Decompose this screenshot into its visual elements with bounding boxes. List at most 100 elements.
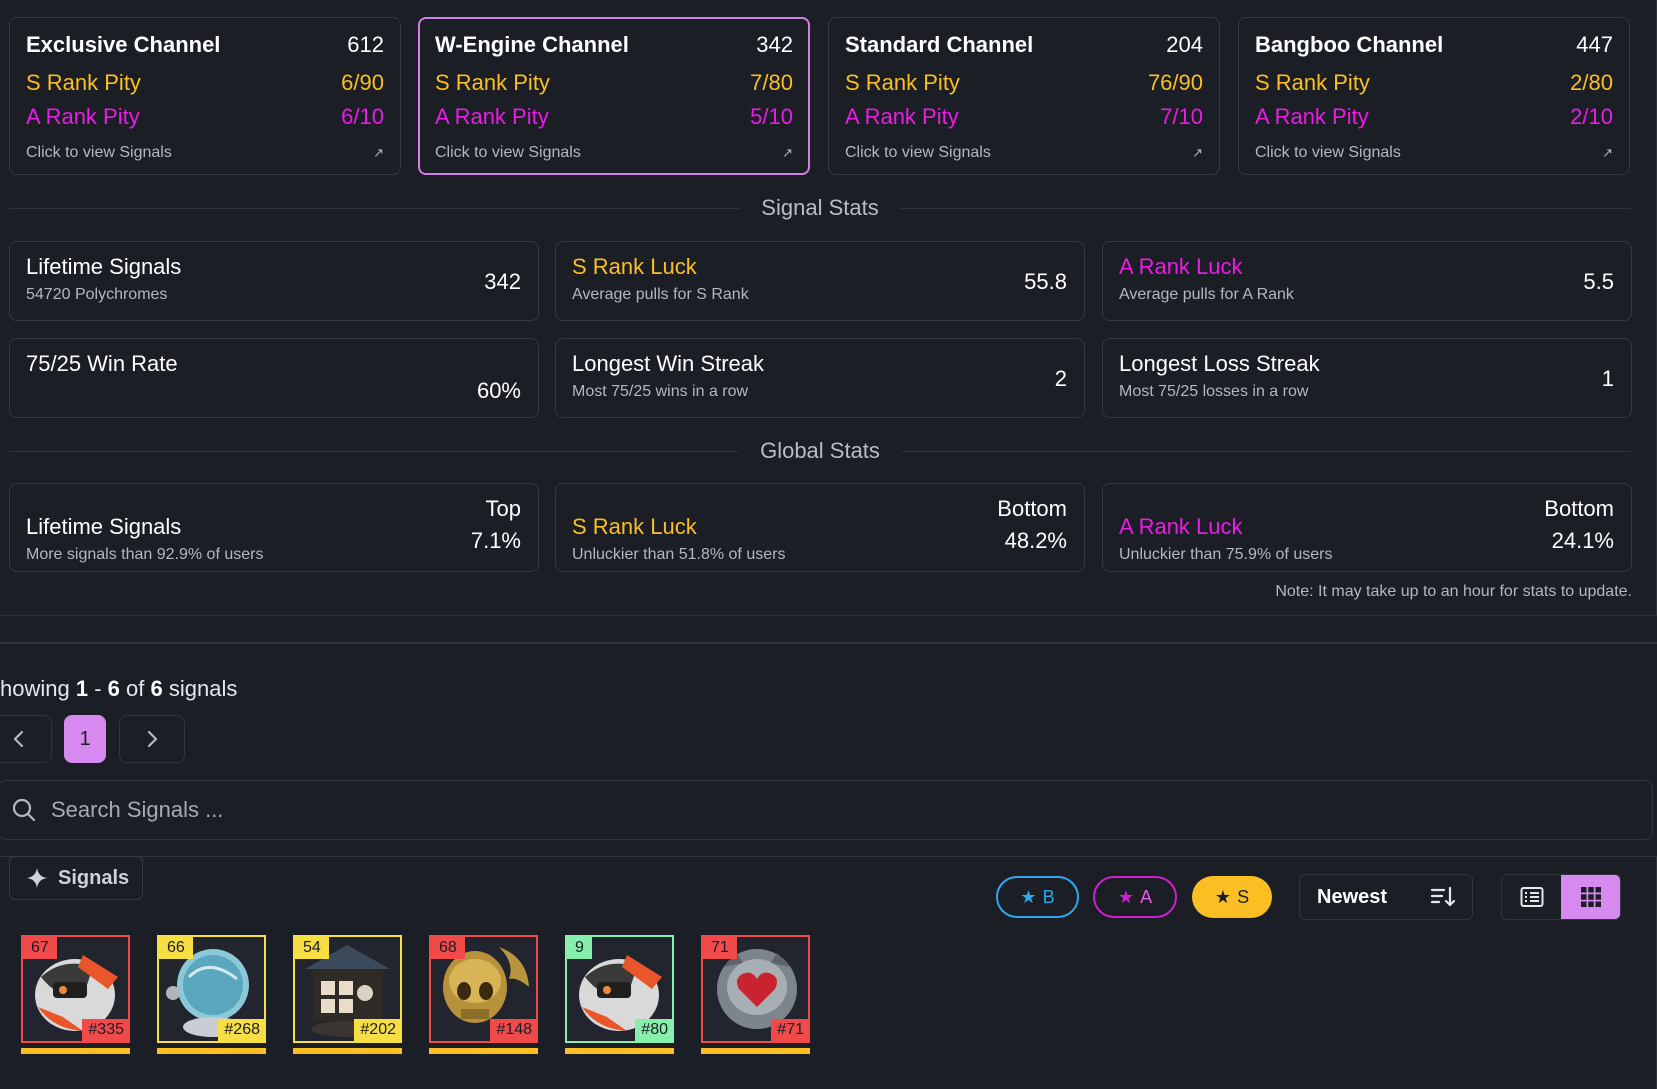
search-bar xyxy=(0,780,1653,840)
signals-tab-label: Signals xyxy=(58,866,130,889)
stat-label: A Rank Luck xyxy=(1119,254,1243,279)
prev-page-button[interactable] xyxy=(0,715,52,763)
signal-card[interactable]: 67 #335 xyxy=(21,935,130,1054)
s-rank-pity-label: S Rank Pity xyxy=(1255,70,1370,95)
signal-rank-bar xyxy=(21,1048,130,1054)
channel-title: Standard Channel xyxy=(845,32,1034,57)
search-icon xyxy=(12,798,36,822)
channel-card-exclusive[interactable]: Exclusive Channel 612 S Rank Pity 6/90 A R… xyxy=(9,17,401,175)
results-prefix: howing xyxy=(0,676,70,701)
signals-tab[interactable]: Signals xyxy=(9,856,143,900)
channel-footer: Click to view Signals xyxy=(845,144,991,161)
signal-frame: 67 #335 xyxy=(21,935,130,1043)
signal-pity: 67 xyxy=(23,937,57,959)
a-rank-pity-value: 2/10 xyxy=(1570,104,1613,129)
global-stat-lifetime-signals: Lifetime Signals More signals than 92.9% … xyxy=(9,483,539,572)
channel-footer: Click to view Signals xyxy=(435,144,581,161)
stat-s-rank-luck: S Rank Luck Average pulls for S Rank 55.8 xyxy=(555,241,1085,321)
filter-s-rank-button[interactable]: ★ S xyxy=(1192,876,1272,918)
stat-value: 48.2% xyxy=(1004,528,1067,553)
next-page-button[interactable] xyxy=(119,715,185,763)
stats-update-note: Note: It may take up to an hour for stat… xyxy=(1275,583,1632,600)
stat-lifetime-signals: Lifetime Signals 54720 Polychromes 342 xyxy=(9,241,539,321)
a-rank-pity-value: 7/10 xyxy=(1160,104,1203,129)
channel-card-bangboo[interactable]: Bangboo Channel 447 S Rank Pity 2/80 A Ran… xyxy=(1238,17,1630,175)
stat-rank: Bottom xyxy=(1544,496,1614,521)
channel-title: Bangboo Channel xyxy=(1255,32,1444,57)
global-stat-s-rank-luck: S Rank Luck Unluckier than 51.8% of users… xyxy=(555,483,1085,572)
stat-value: 342 xyxy=(484,269,521,294)
stat-value: 7.1% xyxy=(470,528,521,553)
signal-number: #268 xyxy=(218,1019,264,1041)
stat-label: Lifetime Signals xyxy=(26,254,182,279)
stat-longest-win-streak: Longest Win Streak Most 75/25 wins in a r… xyxy=(555,338,1085,418)
a-rank-pity-label: A Rank Pity xyxy=(845,104,959,129)
stat-sub: More signals than 92.9% of users xyxy=(26,546,264,563)
stat-label: 75/25 Win Rate xyxy=(26,351,178,376)
external-arrow-icon: ↗ xyxy=(1192,145,1203,160)
chevron-right-icon xyxy=(147,730,158,748)
channel-count: 612 xyxy=(347,32,384,57)
signal-card[interactable]: 71 #71 xyxy=(701,935,810,1054)
channel-title: W-Engine Channel xyxy=(435,32,629,57)
stat-win-rate: 75/25 Win Rate 60% xyxy=(9,338,539,418)
filter-label: B xyxy=(1042,886,1055,907)
sort-descending-icon xyxy=(1430,886,1456,907)
a-rank-pity-value: 5/10 xyxy=(750,104,793,129)
signal-rank-bar xyxy=(429,1048,538,1054)
sort-label: Newest xyxy=(1317,885,1388,908)
channel-card-w-engine[interactable]: W-Engine Channel 342 S Rank Pity 7/80 A Ra… xyxy=(418,17,810,175)
signal-card[interactable]: 68 #148 xyxy=(429,935,538,1054)
external-arrow-icon: ↗ xyxy=(782,145,793,160)
filter-label: S xyxy=(1237,886,1250,907)
a-rank-pity-label: A Rank Pity xyxy=(26,104,140,129)
stat-label: Longest Loss Streak xyxy=(1119,351,1320,376)
star-icon: ★ xyxy=(1117,886,1135,907)
s-rank-pity-label: S Rank Pity xyxy=(435,70,550,95)
signal-pity: 54 xyxy=(295,937,329,959)
filter-a-rank-button[interactable]: ★ A xyxy=(1093,876,1177,918)
s-rank-pity-value: 7/80 xyxy=(750,70,793,95)
signal-rank-bar xyxy=(701,1048,810,1054)
list-view-button[interactable] xyxy=(1502,875,1561,919)
stat-longest-loss-streak: Longest Loss Streak Most 75/25 losses in … xyxy=(1102,338,1632,418)
signal-card[interactable]: 66 #268 xyxy=(157,935,266,1054)
search-input[interactable] xyxy=(51,797,1551,823)
channel-count: 447 xyxy=(1576,32,1613,57)
signal-number: #71 xyxy=(771,1019,808,1041)
page-1-button[interactable]: 1 xyxy=(64,715,106,763)
filter-b-rank-button[interactable]: ★ B xyxy=(996,876,1079,918)
signal-frame: 71 #71 xyxy=(701,935,810,1043)
stat-sub: Most 75/25 losses in a row xyxy=(1119,383,1309,400)
channel-card-standard[interactable]: Standard Channel 204 S Rank Pity 76/90 A R… xyxy=(828,17,1220,175)
signal-pity: 68 xyxy=(431,937,465,959)
stat-value: 5.5 xyxy=(1583,269,1614,294)
external-arrow-icon: ↗ xyxy=(1602,145,1613,160)
stat-value: 55.8 xyxy=(1024,269,1067,294)
results-total: 6 xyxy=(150,676,163,701)
a-rank-pity-label: A Rank Pity xyxy=(435,104,549,129)
a-rank-pity-label: A Rank Pity xyxy=(1255,104,1369,129)
stat-rank: Top xyxy=(485,496,521,521)
stat-value: 24.1% xyxy=(1551,528,1614,553)
global-stats-heading: Global Stats xyxy=(9,436,1631,466)
signal-card[interactable]: 9 #80 xyxy=(565,935,674,1054)
sort-dropdown[interactable]: Newest xyxy=(1299,874,1473,920)
signal-number: #202 xyxy=(354,1019,400,1041)
stat-label: Lifetime Signals xyxy=(26,514,182,539)
channel-count: 342 xyxy=(756,32,793,57)
signal-stats-heading: Signal Stats xyxy=(9,193,1631,223)
chevron-left-icon xyxy=(13,730,24,748)
signal-number: #80 xyxy=(635,1019,672,1041)
signal-card[interactable]: 54 #202 xyxy=(293,935,402,1054)
s-rank-pity-value: 2/80 xyxy=(1570,70,1613,95)
grid-view-button[interactable] xyxy=(1561,875,1620,919)
s-rank-pity-value: 76/90 xyxy=(1147,70,1203,95)
stat-sub: Unluckier than 75.9% of users xyxy=(1119,546,1333,563)
s-rank-pity-label: S Rank Pity xyxy=(845,70,960,95)
stat-rank: Bottom xyxy=(997,496,1067,521)
signal-pity: 71 xyxy=(703,937,737,959)
signal-frame: 66 #268 xyxy=(157,935,266,1043)
signal-frame: 68 #148 xyxy=(429,935,538,1043)
view-toggle xyxy=(1501,874,1621,920)
